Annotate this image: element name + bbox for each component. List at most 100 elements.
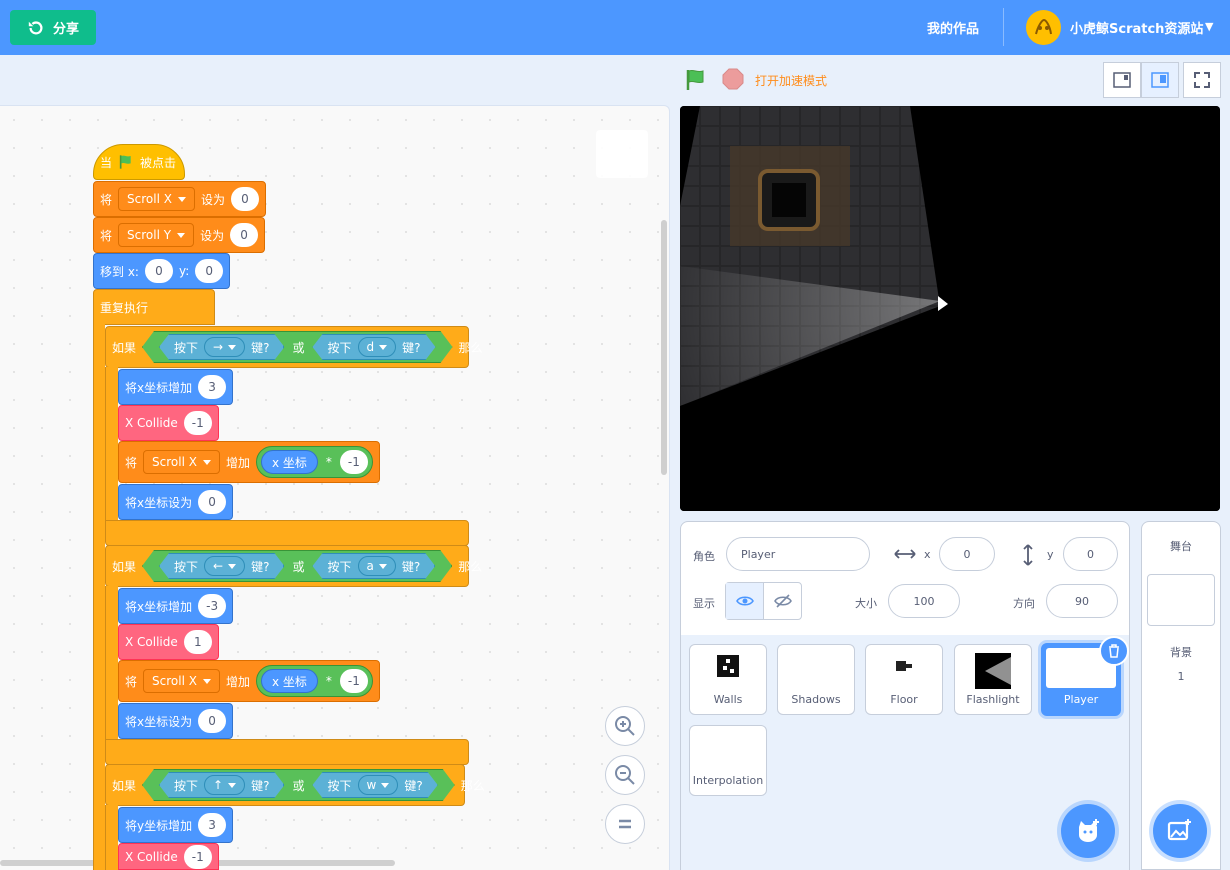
green-flag-icon[interactable]: [684, 68, 708, 92]
change-x-block[interactable]: 将x坐标增加 3: [118, 369, 234, 405]
value-input[interactable]: -1: [183, 411, 212, 435]
change-label: 增加: [225, 455, 250, 470]
zoom-out-icon: [615, 765, 635, 785]
multiply-operator[interactable]: x 坐标 * -1: [255, 665, 373, 697]
if-block[interactable]: 如果 按下 → 键? 或 按下 d 键? 那么: [105, 326, 483, 368]
change-variable-block[interactable]: 将 Scroll X 增加 x 坐标 * -1: [118, 441, 380, 483]
delete-sprite-button[interactable]: [1099, 636, 1129, 666]
size-input[interactable]: 100: [888, 584, 960, 618]
variable-dropdown[interactable]: Scroll Y: [118, 223, 195, 247]
key-pressed-label: 按下: [174, 340, 199, 355]
fullscreen-button[interactable]: [1183, 62, 1221, 98]
go-to-xy-block[interactable]: 移到 x: 0 y: 0: [93, 253, 231, 289]
key-dropdown[interactable]: w: [358, 775, 399, 795]
normal-stage-button[interactable]: [1141, 62, 1179, 98]
hide-sprite-button[interactable]: [763, 583, 801, 619]
set-x-block[interactable]: 将x坐标设为 0: [118, 703, 234, 739]
add-sprite-button[interactable]: [1061, 804, 1115, 858]
key-pressed-sensor[interactable]: 按下 w 键?: [312, 772, 437, 798]
user-name[interactable]: 小虎鲸Scratch资源站: [1070, 18, 1203, 37]
turbo-mode-button[interactable]: 打开加速模式: [755, 72, 827, 89]
value-input[interactable]: 0: [198, 490, 227, 514]
set-x-block[interactable]: 将x坐标设为 0: [118, 484, 234, 520]
key-dropdown[interactable]: →: [204, 337, 245, 357]
value-input[interactable]: 3: [198, 375, 227, 399]
then-label: 那么: [458, 340, 483, 355]
key-dropdown[interactable]: ↑: [204, 775, 245, 795]
small-stage-button[interactable]: [1103, 62, 1141, 98]
set-variable-block[interactable]: 将 Scroll Y 设为 0: [93, 217, 266, 253]
change-x-block[interactable]: 将x坐标增加 -3: [118, 588, 234, 624]
value-input[interactable]: 1: [183, 630, 212, 654]
key-dropdown[interactable]: a: [358, 556, 396, 576]
if-block[interactable]: 如果 按下 ↑ 键? 或 按下 w 键? 那么: [105, 764, 485, 806]
sprite-tile[interactable]: Flashlight: [954, 644, 1032, 715]
direction-input[interactable]: 90: [1046, 584, 1118, 618]
variable-dropdown[interactable]: Scroll X: [143, 669, 220, 693]
variable-dropdown[interactable]: Scroll X: [143, 450, 220, 474]
y-input[interactable]: 0: [1063, 537, 1118, 571]
value-input[interactable]: -3: [198, 594, 227, 618]
variable-dropdown[interactable]: Scroll X: [118, 187, 195, 211]
zoom-out-button[interactable]: [605, 755, 645, 795]
if-block[interactable]: 如果 按下 ← 键? 或 按下 a 键? 那么: [105, 545, 482, 587]
forever-block[interactable]: 重复执行: [93, 289, 215, 325]
walls-thumbnail: [717, 655, 739, 677]
change-variable-block[interactable]: 将 Scroll X 增加 x 坐标 * -1: [118, 660, 380, 702]
key-pressed-sensor[interactable]: 按下 a 键?: [312, 553, 435, 579]
set-x-label: 将x坐标设为: [125, 714, 193, 729]
multiply-operator[interactable]: x 坐标 * -1: [255, 446, 373, 478]
size-label: 大小: [855, 597, 877, 610]
zoom-reset-button[interactable]: [605, 804, 645, 844]
stage-thumbnail[interactable]: [1147, 574, 1215, 626]
chevron-down-icon[interactable]: ▼: [1205, 20, 1213, 33]
my-works-link[interactable]: 我的作品: [927, 18, 979, 37]
share-button[interactable]: 分享: [10, 10, 96, 45]
sprite-tile[interactable]: Walls: [689, 644, 767, 715]
x-position-reporter[interactable]: x 坐标: [260, 669, 318, 693]
sprite-name: Flashlight: [966, 693, 1020, 706]
key-pressed-sensor[interactable]: 按下 → 键?: [159, 334, 284, 360]
or-operator[interactable]: 按下 ↑ 键? 或 按下 w 键?: [142, 769, 455, 801]
direction-label: 方向: [1013, 597, 1035, 610]
stop-icon[interactable]: [722, 68, 744, 90]
set-label: 将: [100, 192, 113, 207]
value-input[interactable]: -1: [339, 450, 368, 474]
or-operator[interactable]: 按下 ← 键? 或 按下 a 键?: [142, 550, 452, 582]
value-input[interactable]: -1: [339, 669, 368, 693]
value-input[interactable]: 0: [230, 187, 259, 211]
or-operator[interactable]: 按下 → 键? 或 按下 d 键?: [142, 331, 452, 363]
set-variable-block[interactable]: 将 Scroll X 设为 0: [93, 181, 266, 217]
x-input[interactable]: 0: [144, 259, 173, 283]
add-backdrop-button[interactable]: [1153, 804, 1207, 858]
show-sprite-button[interactable]: [726, 583, 763, 619]
forever-label: 重复执行: [100, 300, 149, 315]
x-collide-block[interactable]: X Collide -1: [118, 843, 219, 870]
sprite-tile[interactable]: Floor: [865, 644, 943, 715]
change-y-block[interactable]: 将y坐标增加 3: [118, 807, 234, 843]
x-position-reporter[interactable]: x 坐标: [260, 450, 318, 474]
key-dropdown[interactable]: ←: [204, 556, 245, 576]
then-label: 那么: [458, 559, 483, 574]
value-input[interactable]: 3: [198, 813, 227, 837]
value-input[interactable]: 0: [198, 709, 227, 733]
vertical-scrollbar[interactable]: [661, 220, 667, 475]
user-avatar[interactable]: [1026, 10, 1061, 45]
sprite-tile[interactable]: Interpolation: [689, 725, 767, 796]
key-pressed-sensor[interactable]: 按下 ← 键?: [159, 553, 284, 579]
stage-canvas[interactable]: [680, 106, 1220, 511]
x-input[interactable]: 0: [939, 537, 995, 571]
x-collide-block[interactable]: X Collide -1: [118, 405, 219, 441]
key-dropdown[interactable]: d: [358, 337, 397, 357]
key-pressed-sensor[interactable]: 按下 d 键?: [312, 334, 435, 360]
zoom-in-button[interactable]: [605, 706, 645, 746]
zoom-in-icon: [615, 716, 635, 736]
value-input[interactable]: 0: [230, 223, 259, 247]
key-pressed-sensor[interactable]: 按下 ↑ 键?: [159, 772, 284, 798]
y-input[interactable]: 0: [195, 259, 224, 283]
when-flag-clicked-block[interactable]: 当 被点击: [93, 144, 185, 180]
sprite-name-input[interactable]: Player: [726, 537, 870, 571]
x-collide-block[interactable]: X Collide 1: [118, 624, 219, 660]
sprite-tile[interactable]: Shadows: [777, 644, 855, 715]
value-input[interactable]: -1: [183, 844, 212, 869]
